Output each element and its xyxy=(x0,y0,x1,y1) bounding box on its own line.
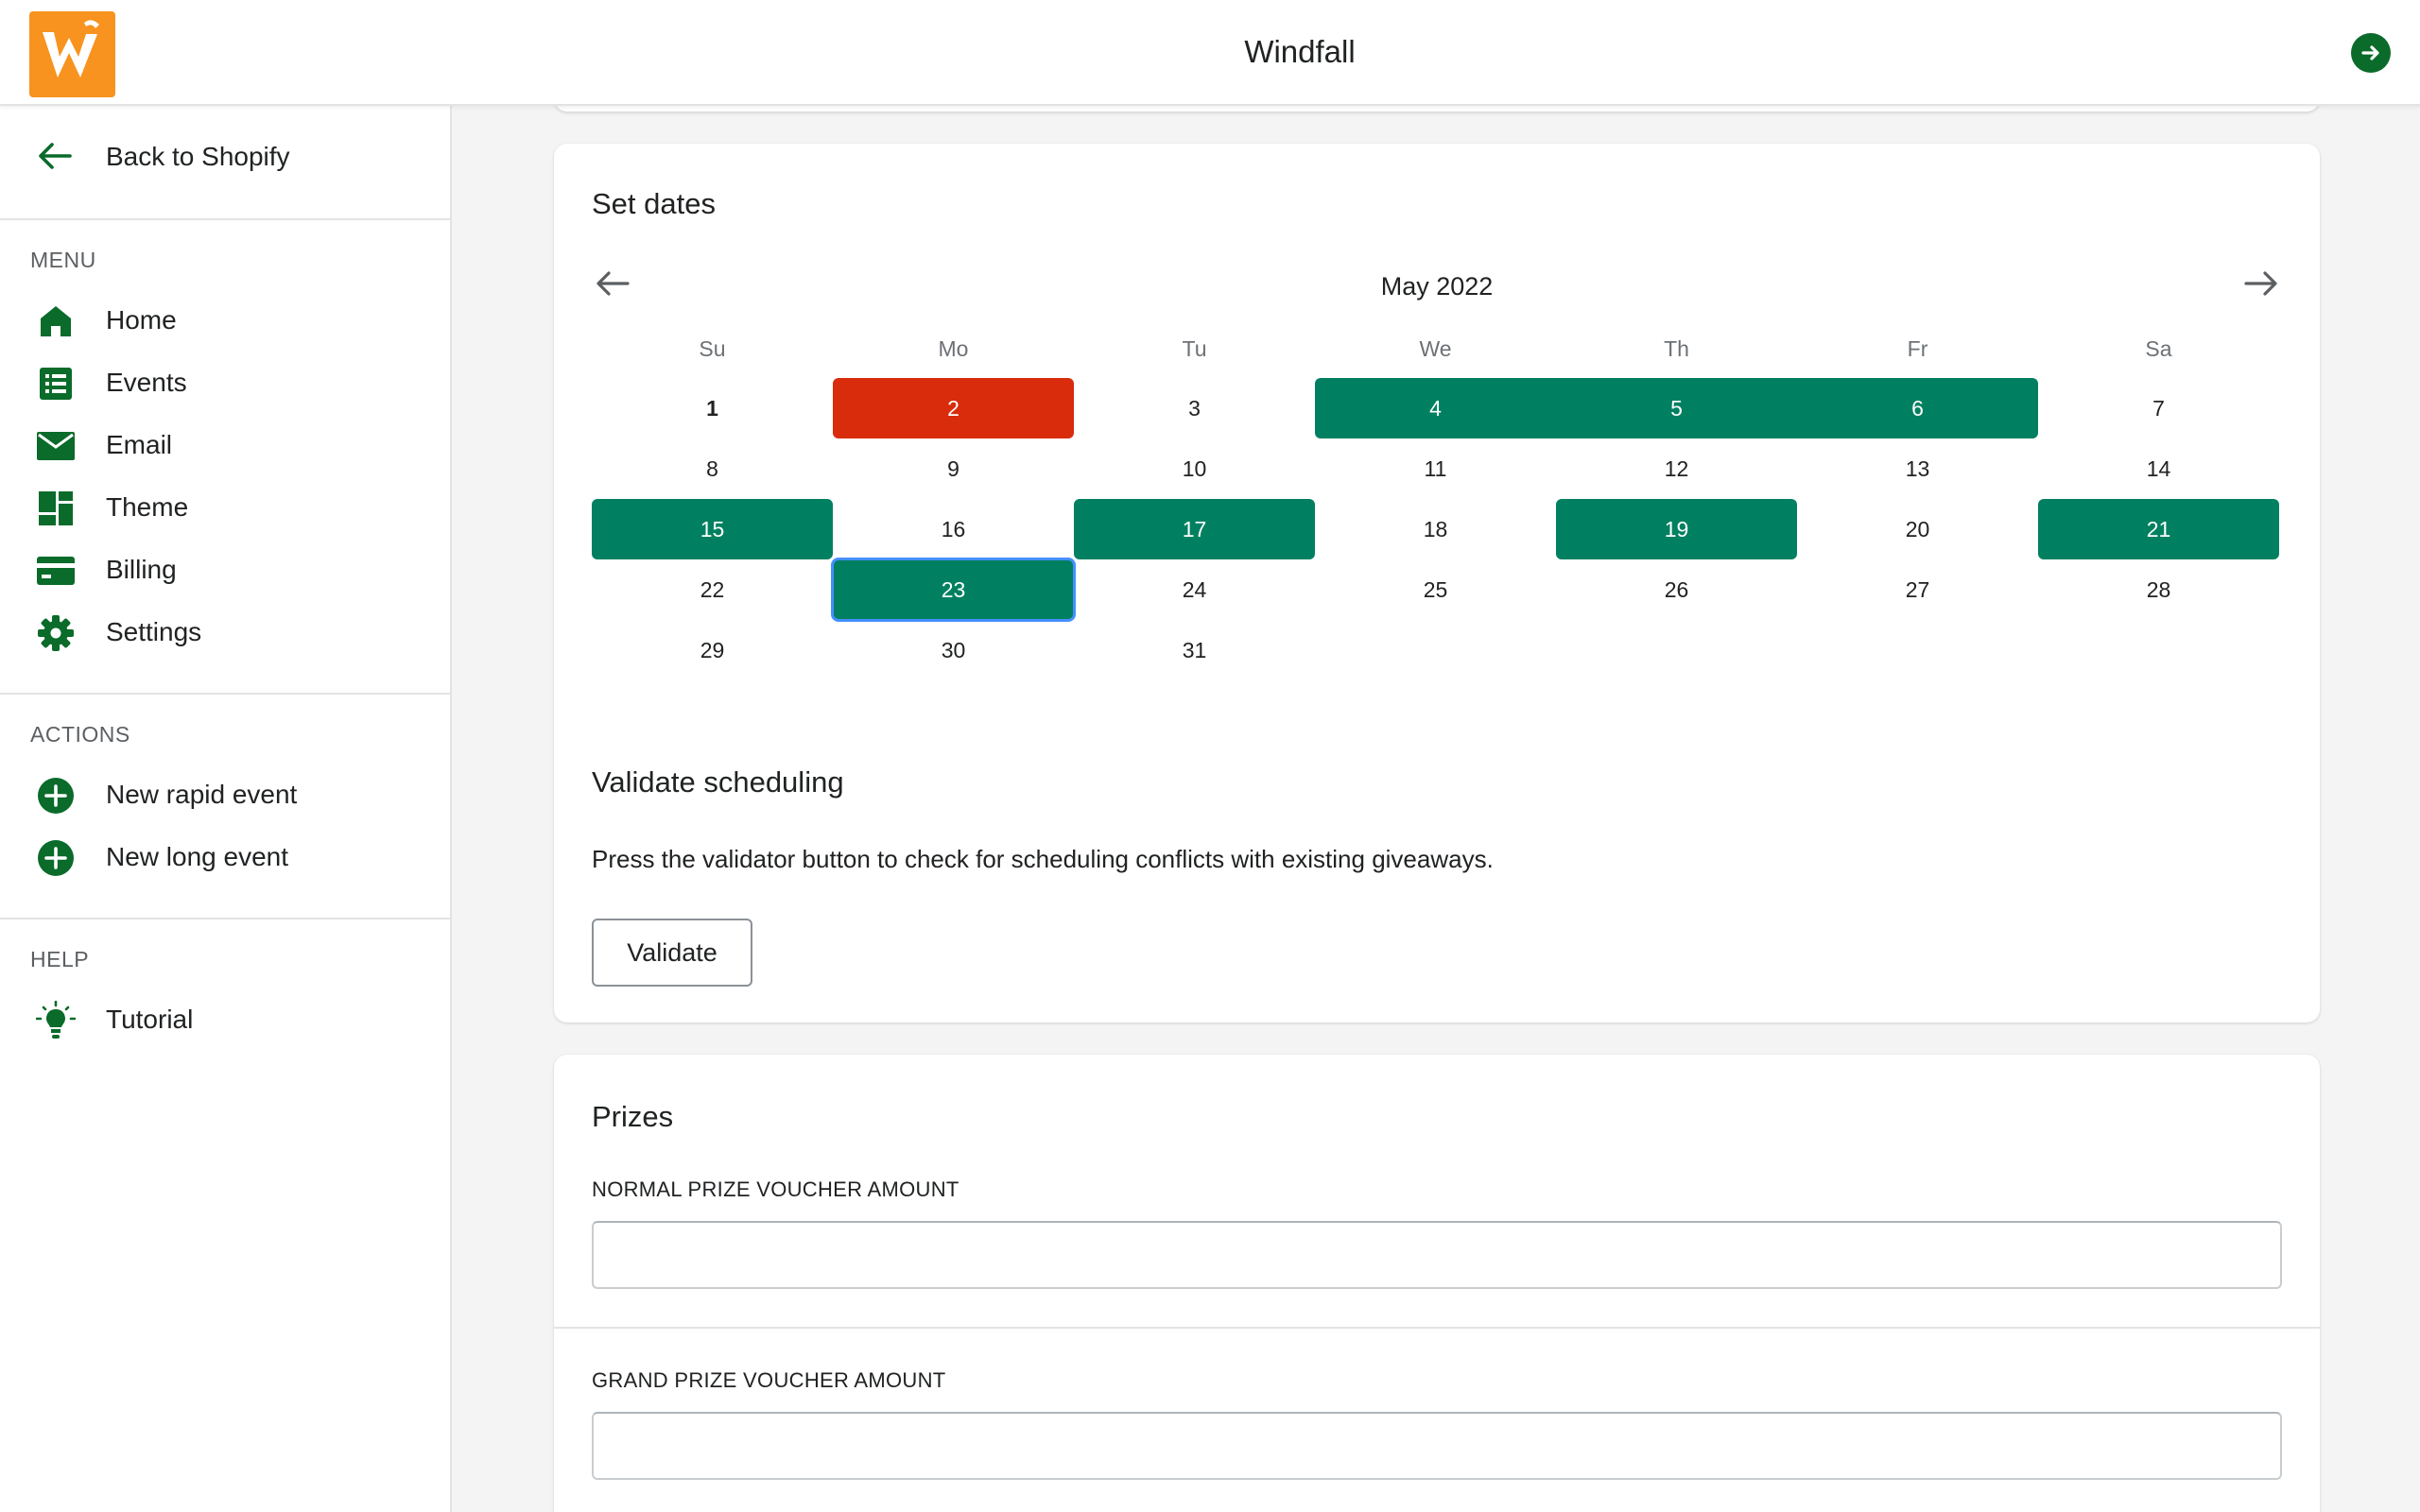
plus-circle-icon xyxy=(36,838,76,878)
calendar-day[interactable]: 26 xyxy=(1556,559,1797,620)
validate-help-text: Press the validator button to check for … xyxy=(592,845,1494,873)
calendar-day[interactable]: 9 xyxy=(833,438,1074,499)
sidebar-item-label: Settings xyxy=(106,617,202,646)
set-dates-card: Set dates May 2022 Su Mo Tu We Th Fr Sa 1 2 3 4 5 6 7… xyxy=(554,144,2320,1022)
home-icon xyxy=(36,301,76,341)
lightbulb-icon xyxy=(36,1001,76,1040)
gear-icon xyxy=(36,613,76,653)
calendar-day[interactable]: 30 xyxy=(833,620,1074,680)
grand-prize-input[interactable] xyxy=(592,1412,2282,1480)
calendar-day[interactable]: 23 xyxy=(831,558,1076,622)
calendar-day[interactable]: 6 xyxy=(1797,378,2038,438)
sidebar-item-label: New rapid event xyxy=(106,780,298,809)
weekday-label: Sa xyxy=(2145,336,2172,361)
sidebar-item-label: Events xyxy=(106,368,187,397)
card-title: Prizes xyxy=(592,1100,674,1133)
back-label: Back to Shopify xyxy=(106,142,290,171)
weekday-label: We xyxy=(1419,336,1452,361)
menu-heading: MENU xyxy=(30,248,96,272)
weekday-label: Mo xyxy=(938,336,969,361)
sidebar-item-label: Billing xyxy=(106,555,177,584)
calendar-day[interactable]: 8 xyxy=(592,438,833,499)
next-month-button[interactable] xyxy=(2240,263,2282,304)
validate-button[interactable]: Validate xyxy=(592,919,752,987)
sidebar-divider xyxy=(0,693,450,695)
calendar-day[interactable]: 10 xyxy=(1074,438,1315,499)
sidebar-item-home[interactable]: Home xyxy=(0,290,450,349)
back-to-shopify-link[interactable]: Back to Shopify xyxy=(0,127,450,185)
sidebar-item-email[interactable]: Email xyxy=(0,415,450,473)
prizes-card: Prizes NORMAL PRIZE VOUCHER AMOUNT GRAND… xyxy=(554,1055,2320,1512)
weekday-label: Fr xyxy=(1907,336,1928,361)
weekday-label: Th xyxy=(1664,336,1689,361)
sidebar-item-label: Home xyxy=(106,305,177,335)
sidebar-item-theme[interactable]: Theme xyxy=(0,477,450,536)
normal-prize-label: NORMAL PRIZE VOUCHER AMOUNT xyxy=(592,1177,959,1201)
card-divider xyxy=(554,1327,2320,1329)
calendar-day[interactable]: 31 xyxy=(1074,620,1315,680)
top-bar: Windfall xyxy=(0,0,2420,106)
calendar-day[interactable]: 19 xyxy=(1556,499,1797,559)
arrow-left-icon xyxy=(39,143,72,169)
calendar-day[interactable]: 1 xyxy=(592,378,833,438)
validate-scheduling-heading: Validate scheduling xyxy=(592,765,844,799)
calendar-day[interactable]: 29 xyxy=(592,620,833,680)
calendar-day[interactable]: 24 xyxy=(1074,559,1315,620)
credit-card-icon xyxy=(36,551,76,591)
calendar-day[interactable]: 27 xyxy=(1797,559,2038,620)
calendar-day[interactable]: 15 xyxy=(592,499,833,559)
calendar-day[interactable]: 12 xyxy=(1556,438,1797,499)
calendar-day[interactable]: 21 xyxy=(2038,499,2279,559)
sidebar-item-events[interactable]: Events xyxy=(0,352,450,411)
plus-circle-icon xyxy=(36,776,76,816)
calendar-day[interactable]: 5 xyxy=(1556,378,1797,438)
sidebar-divider xyxy=(0,218,450,220)
normal-prize-input[interactable] xyxy=(592,1221,2282,1289)
weekday-label: Su xyxy=(699,336,726,361)
calendar-day[interactable]: 11 xyxy=(1315,438,1556,499)
sidebar-item-label: Tutorial xyxy=(106,1005,194,1034)
sidebar-item-label: New long event xyxy=(106,842,289,871)
calendar-month-label: May 2022 xyxy=(1380,272,1494,301)
sidebar: Back to Shopify MENU Home Events Email T… xyxy=(0,106,452,1512)
calendar-day[interactable]: 18 xyxy=(1315,499,1556,559)
exit-button[interactable] xyxy=(2351,33,2391,73)
arrow-right-icon xyxy=(2244,271,2277,296)
card-title: Set dates xyxy=(592,187,716,220)
sidebar-item-tutorial[interactable]: Tutorial xyxy=(0,989,450,1048)
calendar-day[interactable]: 25 xyxy=(1315,559,1556,620)
calendar-day[interactable]: 28 xyxy=(2038,559,2279,620)
grand-prize-label: GRAND PRIZE VOUCHER AMOUNT xyxy=(592,1368,946,1392)
theme-icon xyxy=(36,489,76,528)
actions-heading: ACTIONS xyxy=(30,722,130,747)
calendar-day[interactable]: 14 xyxy=(2038,438,2279,499)
calendar-day[interactable]: 2 xyxy=(833,378,1074,438)
weekday-label: Tu xyxy=(1182,336,1207,361)
calendar-day[interactable]: 4 xyxy=(1315,378,1556,438)
calendar-day[interactable]: 22 xyxy=(592,559,833,620)
calendar-day[interactable]: 13 xyxy=(1797,438,2038,499)
sidebar-item-label: Email xyxy=(106,430,173,459)
calendar-day[interactable]: 7 xyxy=(2038,378,2279,438)
envelope-icon xyxy=(36,426,76,466)
arrow-right-icon xyxy=(2361,45,2379,60)
calendar-day[interactable]: 16 xyxy=(833,499,1074,559)
help-heading: HELP xyxy=(30,947,90,971)
new-rapid-event-button[interactable]: New rapid event xyxy=(0,765,450,823)
sidebar-item-settings[interactable]: Settings xyxy=(0,602,450,661)
app-title: Windfall xyxy=(1244,34,1356,69)
list-icon xyxy=(36,364,76,404)
sidebar-divider xyxy=(0,918,450,919)
calendar-day[interactable]: 17 xyxy=(1074,499,1315,559)
sidebar-item-billing[interactable]: Billing xyxy=(0,540,450,598)
calendar-day[interactable]: 3 xyxy=(1074,378,1315,438)
new-long-event-button[interactable]: New long event xyxy=(0,827,450,885)
calendar-day[interactable]: 20 xyxy=(1797,499,2038,559)
sidebar-item-label: Theme xyxy=(106,492,189,522)
